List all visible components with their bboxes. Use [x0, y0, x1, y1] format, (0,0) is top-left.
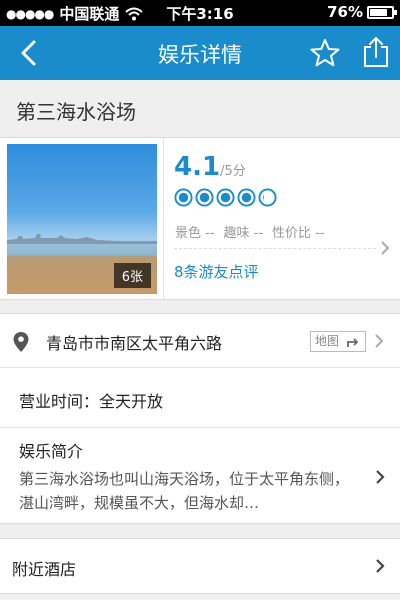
photo-count-badge: 6张 — [113, 263, 151, 288]
battery-icon — [367, 5, 397, 19]
battery-percent: 76% — [327, 3, 363, 21]
address-row[interactable]: 青岛市市南区太平角六路 地图 — [0, 314, 400, 368]
map-button[interactable]: 地图 — [310, 331, 366, 352]
chevron-right-icon[interactable] — [380, 240, 390, 256]
star-icon[interactable] — [309, 37, 341, 69]
map-button-label: 地图 — [315, 334, 340, 348]
opening-hours: 营业时间：全天开放 — [19, 392, 164, 411]
status-bar: ●●●●● 中国联通 下午3:16 76% — [0, 0, 400, 26]
subscore-item: 景色 -- — [175, 226, 215, 241]
address-text: 青岛市市南区太平角六路 — [46, 334, 223, 353]
details-list: 青岛市市南区太平角六路 地图 营业时间：全天开放 娱乐简介 第三海水浴场也叫山海… — [0, 313, 400, 524]
rating-circle-icon — [237, 188, 256, 207]
share-icon[interactable] — [362, 36, 390, 68]
rating-circle-icon — [216, 188, 235, 207]
nearby-hotels-row[interactable]: 附近酒店 — [0, 538, 400, 594]
nav-bar: 娱乐详情 — [0, 26, 400, 80]
status-right: 76% — [327, 3, 397, 21]
subscore-item: 性价比 -- — [272, 226, 325, 241]
nearby-hotels-label: 附近酒店 — [12, 560, 77, 579]
skyline-graphic — [7, 234, 157, 244]
place-name: 第三海水浴场 — [16, 100, 136, 124]
place-name-row: 第三海水浴场 — [0, 80, 400, 138]
rating-circle-icon — [195, 188, 214, 207]
rating-score: 4.1/5分 — [174, 152, 246, 182]
map-arrow-icon — [347, 338, 359, 347]
rating-circles — [174, 188, 277, 207]
rating-circle-icon — [174, 188, 193, 207]
chevron-right-icon[interactable] — [374, 333, 384, 349]
hours-row: 营业时间：全天开放 — [0, 369, 400, 428]
chevron-right-icon[interactable] — [375, 469, 385, 485]
subscore-item: 趣味 -- — [223, 226, 264, 241]
dash-divider — [174, 248, 376, 249]
intro-title: 娱乐简介 — [19, 442, 84, 461]
reviews-link[interactable]: 8条游友点评 — [174, 261, 259, 282]
place-photo[interactable]: 6张 — [7, 144, 157, 294]
subscores: 景色 -- 趣味 -- 性价比 -- — [175, 222, 334, 241]
intro-text: 第三海水浴场也叫山海天浴场，位于太平角东侧，湛山湾畔，规模虽不大，但海水却… — [19, 470, 350, 512]
rating-circle-icon — [258, 188, 277, 207]
location-pin-icon — [13, 332, 29, 352]
score-suffix: /5分 — [220, 164, 246, 179]
place-info-card[interactable]: 6张 4.1/5分 景色 -- 趣味 -- 性价比 -- 8条游友点评 — [0, 138, 400, 300]
card-divider — [163, 138, 164, 300]
intro-row[interactable]: 娱乐简介 第三海水浴场也叫山海天浴场，位于太平角东侧，湛山湾畔，规模虽不大，但海… — [0, 429, 400, 525]
chevron-right-icon[interactable] — [375, 558, 385, 574]
score-value: 4.1 — [174, 152, 221, 182]
